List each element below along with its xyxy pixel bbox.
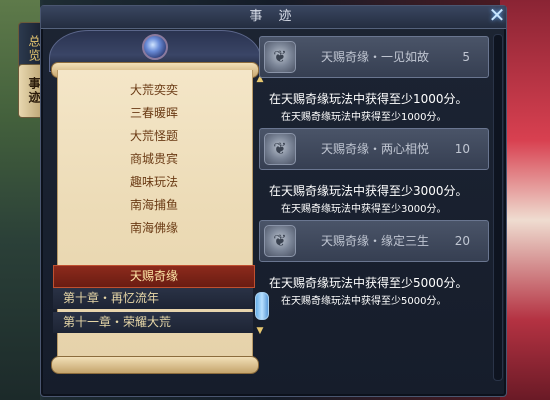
achievement-points: 5 bbox=[462, 50, 470, 64]
achievement-card[interactable]: ❦ 天赐奇缘・一见如故 5 bbox=[259, 36, 489, 78]
close-icon[interactable]: ✕ bbox=[486, 4, 508, 26]
menu-item[interactable]: 商城贵宾 bbox=[57, 149, 251, 170]
achievement-name: 天赐奇缘・一见如故 bbox=[320, 50, 429, 64]
achievement-card[interactable]: ❦ 天赐奇缘・两心相悦 10 bbox=[259, 128, 489, 170]
tab-deeds[interactable]: 事迹 bbox=[18, 64, 41, 118]
achievement-subtext: 在天赐奇缘玩法中获得至少5000分。 bbox=[281, 296, 447, 307]
menu-item[interactable]: 大荒奕奕 bbox=[57, 80, 251, 101]
achievement-scrollbar-track[interactable] bbox=[493, 34, 503, 381]
menu-item[interactable]: 第十章・再忆流年 bbox=[53, 288, 253, 309]
window-title: 事 迹 bbox=[41, 6, 506, 29]
category-scroll-panel: 大荒奕奕 三春暖晖 大荒怪题 商城贵宾 趣味玩法 南海捕鱼 南海佛缘 天赐奇缘 … bbox=[49, 30, 269, 385]
achievement-badge-icon: ❦ bbox=[264, 133, 296, 165]
achievement-description: 在天赐奇缘玩法中获得至少5000分。 bbox=[269, 276, 468, 290]
menu-item[interactable]: 南海佛缘 bbox=[57, 218, 251, 239]
deeds-window: 事 迹 ✕ 大荒奕奕 三春暖晖 大荒怪题 商城贵宾 趣味玩法 南海捕鱼 南海佛缘… bbox=[40, 4, 508, 397]
menu-item[interactable]: 大荒怪题 bbox=[57, 126, 251, 147]
achievement-badge-icon: ❦ bbox=[264, 41, 296, 73]
achievement-points: 10 bbox=[454, 142, 470, 156]
gem-ornament-icon bbox=[142, 34, 168, 60]
menu-item[interactable]: 三春暖晖 bbox=[57, 103, 251, 124]
achievement-description: 在天赐奇缘玩法中获得至少3000分。 bbox=[269, 184, 468, 198]
achievement-subtext: 在天赐奇缘玩法中获得至少1000分。 bbox=[281, 112, 447, 123]
menu-item[interactable]: 南海捕鱼 bbox=[57, 195, 251, 216]
achievement-badge-icon: ❦ bbox=[264, 225, 296, 257]
achievement-list: ❦ 天赐奇缘・一见如故 5 在天赐奇缘玩法中获得至少1000分。 在天赐奇缘玩法… bbox=[259, 32, 491, 382]
menu-item[interactable]: 第十一章・荣耀大荒 bbox=[53, 312, 253, 333]
scroll-roll-bottom bbox=[51, 356, 259, 374]
background-scene-right bbox=[500, 0, 550, 400]
achievement-card[interactable]: ❦ 天赐奇缘・缘定三生 20 bbox=[259, 220, 489, 262]
menu-item-selected[interactable]: 天赐奇缘 bbox=[53, 265, 255, 288]
achievement-description: 在天赐奇缘玩法中获得至少1000分。 bbox=[269, 92, 468, 106]
achievement-subtext: 在天赐奇缘玩法中获得至少3000分。 bbox=[281, 204, 447, 215]
achievement-name: 天赐奇缘・缘定三生 bbox=[320, 234, 429, 248]
achievement-name: 天赐奇缘・两心相悦 bbox=[320, 142, 429, 156]
menu-item[interactable]: 趣味玩法 bbox=[57, 172, 251, 193]
achievement-points: 20 bbox=[454, 234, 470, 248]
